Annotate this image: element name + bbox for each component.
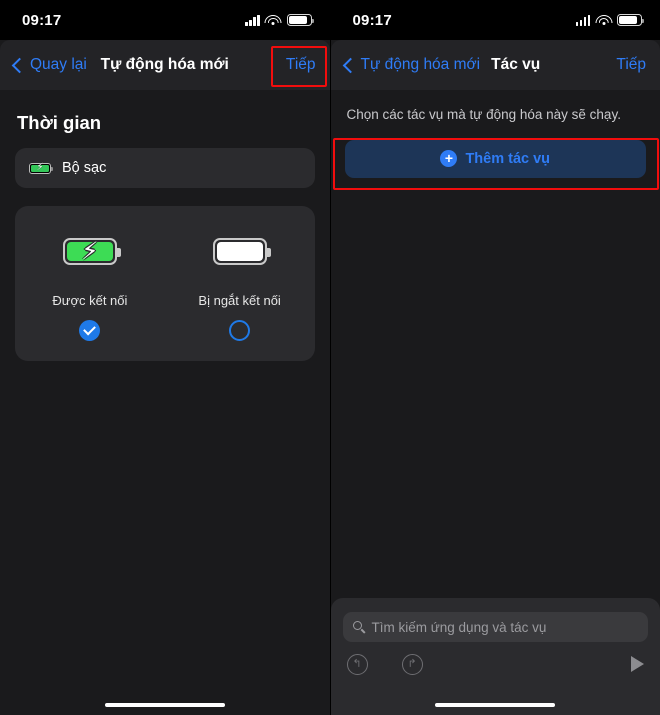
status-bar-left: 09:17 xyxy=(0,0,330,40)
search-placeholder: Tìm kiếm ứng dụng và tác vụ xyxy=(372,620,547,635)
add-action-button[interactable]: + Thêm tác vụ xyxy=(345,140,647,178)
wifi-icon xyxy=(596,15,611,26)
page-title: Tự động hóa mới xyxy=(101,56,229,74)
option-radio-unselected[interactable] xyxy=(229,320,250,341)
plus-circle-icon: + xyxy=(440,150,457,167)
right-phone-screen: 09:17 Tự động hóa mới Tác vụ Tiếp Chọn c… xyxy=(331,0,660,715)
instruction-text: Chọn các tác vụ mà tự động hóa này sẽ ch… xyxy=(347,106,645,124)
trigger-row[interactable]: ⚡ Bộ sạc xyxy=(15,148,315,188)
action-search-sheet: Tìm kiếm ứng dụng và tác vụ ↰ ↱ xyxy=(331,598,660,715)
search-icon xyxy=(353,621,365,633)
battery-charging-green-icon: ⚡ xyxy=(63,238,117,265)
nav-bar-left: Quay lại Tự động hóa mới Tiếp xyxy=(0,40,330,90)
options-card: ⚡ Được kết nối Bị ngắt kết nối xyxy=(15,206,315,361)
search-input[interactable]: Tìm kiếm ứng dụng và tác vụ xyxy=(343,612,649,642)
status-icons xyxy=(576,14,643,26)
home-indicator xyxy=(435,703,555,708)
status-time: 09:17 xyxy=(22,12,61,29)
option-connected[interactable]: ⚡ Được kết nối xyxy=(15,206,165,361)
option-disconnected[interactable]: Bị ngắt kết nối xyxy=(165,206,315,361)
section-title: Thời gian xyxy=(17,112,330,134)
status-bar-right: 09:17 xyxy=(331,0,660,40)
wifi-icon xyxy=(266,15,281,26)
add-action-label: Thêm tác vụ xyxy=(465,151,550,167)
cellular-signal-icon xyxy=(576,15,591,26)
option-label: Được kết nối xyxy=(52,293,127,308)
page-title: Tác vụ xyxy=(491,56,540,74)
editor-toolbar: ↰ ↱ xyxy=(331,642,660,686)
back-button[interactable]: Tự động hóa mới xyxy=(345,56,481,74)
trigger-row-label: Bộ sạc xyxy=(62,160,106,176)
status-time: 09:17 xyxy=(353,12,392,29)
battery-charging-icon: ⚡ xyxy=(29,163,51,174)
battery-full-white-icon xyxy=(213,238,267,265)
left-phone-screen: 09:17 Quay lại Tự động hóa mới Tiếp Thời… xyxy=(0,0,331,715)
undo-icon[interactable]: ↰ xyxy=(347,654,368,675)
back-button-label: Quay lại xyxy=(30,56,87,74)
battery-icon xyxy=(287,14,312,26)
next-button[interactable]: Tiếp xyxy=(286,56,316,74)
bolt-glyph: ⚡ xyxy=(36,163,43,173)
next-button[interactable]: Tiếp xyxy=(616,56,646,74)
status-icons xyxy=(245,14,312,26)
cellular-signal-icon xyxy=(245,15,260,26)
play-icon[interactable] xyxy=(631,656,644,672)
redo-icon[interactable]: ↱ xyxy=(402,654,423,675)
chevron-left-icon xyxy=(12,57,28,73)
option-radio-selected[interactable] xyxy=(79,320,100,341)
back-button[interactable]: Quay lại xyxy=(14,56,87,74)
dual-screenshot: 09:17 Quay lại Tự động hóa mới Tiếp Thời… xyxy=(0,0,660,715)
battery-icon xyxy=(617,14,642,26)
back-button-label: Tự động hóa mới xyxy=(361,56,481,74)
home-indicator xyxy=(105,703,225,708)
bolt-glyph: ⚡ xyxy=(81,240,98,264)
option-label: Bị ngắt kết nối xyxy=(198,293,280,308)
nav-bar-right: Tự động hóa mới Tác vụ Tiếp xyxy=(331,40,660,90)
chevron-left-icon xyxy=(342,57,358,73)
